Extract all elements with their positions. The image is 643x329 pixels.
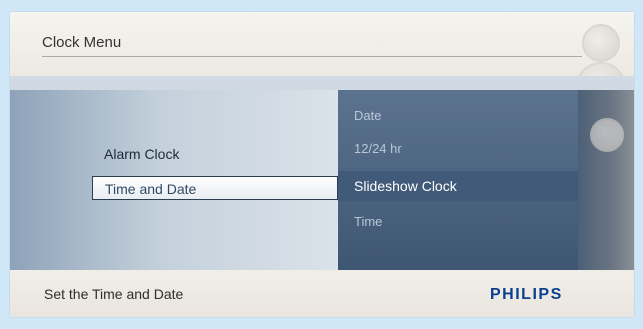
- decorative-ring-icon: [582, 24, 620, 62]
- menu-item-time-and-date[interactable]: Time and Date: [92, 176, 338, 200]
- menu-area: Alarm Clock Time and Date Date 12/24 hr …: [10, 76, 634, 270]
- page-title: Clock Menu: [42, 34, 122, 51]
- submenu-item-12-24-hr[interactable]: 12/24 hr: [354, 141, 402, 156]
- brand-logo: PHILIPS: [490, 286, 563, 303]
- main-menu-panel: Alarm Clock Time and Date: [10, 90, 338, 270]
- menu-item-alarm-clock[interactable]: Alarm Clock: [104, 146, 179, 162]
- header-bar: Clock Menu: [10, 12, 634, 112]
- submenu-item-slideshow-clock[interactable]: Slideshow Clock: [338, 171, 578, 201]
- device-screen: Clock Menu Alarm Clock Time and Date Dat…: [10, 12, 634, 317]
- header-divider: [42, 56, 582, 57]
- submenu-item-date[interactable]: Date: [354, 108, 381, 123]
- footer-bar: Set the Time and Date PHILIPS: [10, 270, 634, 317]
- submenu-panel: Date 12/24 hr Slideshow Clock Time: [338, 90, 578, 270]
- submenu-item-time[interactable]: Time: [354, 214, 382, 229]
- side-decoration: [578, 90, 634, 270]
- decorative-ring-icon: [590, 118, 624, 152]
- status-hint: Set the Time and Date: [44, 286, 184, 302]
